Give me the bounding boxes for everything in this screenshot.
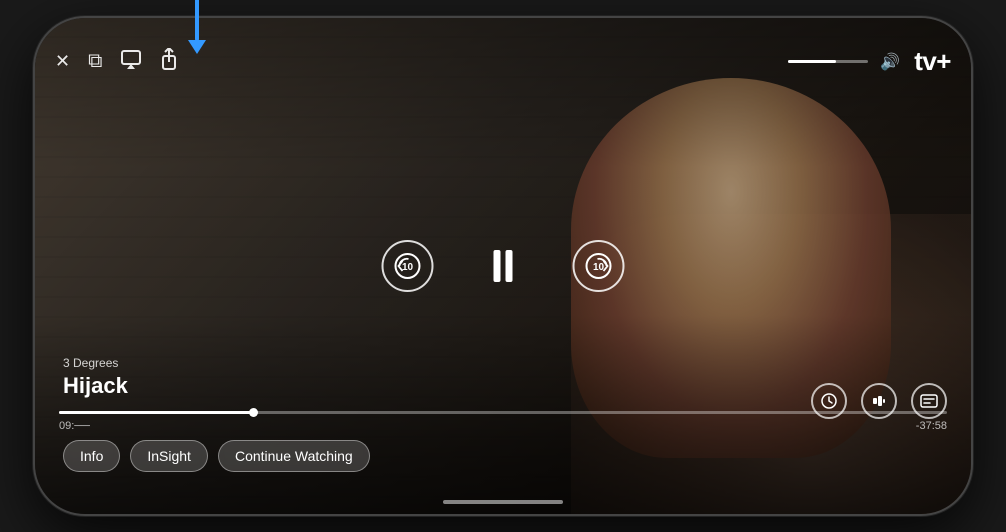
annotation-arrow bbox=[188, 0, 206, 54]
close-button[interactable]: ✕ bbox=[55, 51, 70, 72]
phone-frame: ✕ ⧉ bbox=[33, 16, 973, 516]
show-season: 3 Degrees bbox=[63, 356, 128, 370]
subtitles-button[interactable] bbox=[911, 383, 947, 419]
center-playback-controls: 10 10 bbox=[382, 240, 625, 292]
picture-in-picture-button[interactable]: ⧉ bbox=[88, 50, 102, 73]
pause-icon bbox=[494, 250, 513, 282]
insight-button[interactable]: InSight bbox=[130, 440, 208, 472]
top-left-controls: ✕ ⧉ bbox=[55, 48, 178, 75]
time-labels: 09:── -37:58 bbox=[59, 420, 947, 432]
volume-icon: 🔊 bbox=[880, 52, 900, 72]
pause-button[interactable] bbox=[494, 250, 513, 282]
time-remaining: -37:58 bbox=[916, 420, 947, 432]
phone-power-button bbox=[971, 178, 973, 228]
time-current: 09:── bbox=[59, 420, 90, 432]
audio-button[interactable] bbox=[861, 383, 897, 419]
show-info: 3 Degrees Hijack bbox=[63, 356, 128, 399]
apple-tv-logo: tv+ bbox=[912, 46, 951, 77]
bottom-right-icons bbox=[811, 383, 947, 419]
arrow-shaft bbox=[195, 0, 199, 41]
volume-slider[interactable] bbox=[788, 60, 868, 63]
volume-fill bbox=[788, 60, 836, 63]
bottom-pill-buttons: Info InSight Continue Watching bbox=[63, 440, 370, 472]
progress-fill bbox=[59, 411, 254, 414]
continue-watching-button[interactable]: Continue Watching bbox=[218, 440, 370, 472]
forward-button[interactable]: 10 bbox=[573, 240, 625, 292]
arrow-head bbox=[188, 40, 206, 54]
show-title: Hijack bbox=[63, 373, 128, 399]
pause-bar-right bbox=[506, 250, 513, 282]
pause-bar-left bbox=[494, 250, 501, 282]
speed-button[interactable] bbox=[811, 383, 847, 419]
phone-container: ✕ ⧉ bbox=[13, 11, 993, 521]
info-button[interactable]: Info bbox=[63, 440, 120, 472]
top-right-controls: 🔊 tv+ bbox=[788, 46, 951, 77]
tv-plus-text: tv+ bbox=[914, 46, 951, 77]
phone-side-button bbox=[33, 158, 35, 188]
share-button[interactable] bbox=[160, 48, 178, 75]
progress-scrubber[interactable] bbox=[249, 408, 258, 417]
rewind-button[interactable]: 10 bbox=[382, 240, 434, 292]
airplay-button[interactable] bbox=[120, 49, 142, 74]
svg-text:10: 10 bbox=[402, 262, 414, 273]
svg-text:10: 10 bbox=[593, 262, 605, 273]
home-indicator bbox=[443, 500, 563, 504]
